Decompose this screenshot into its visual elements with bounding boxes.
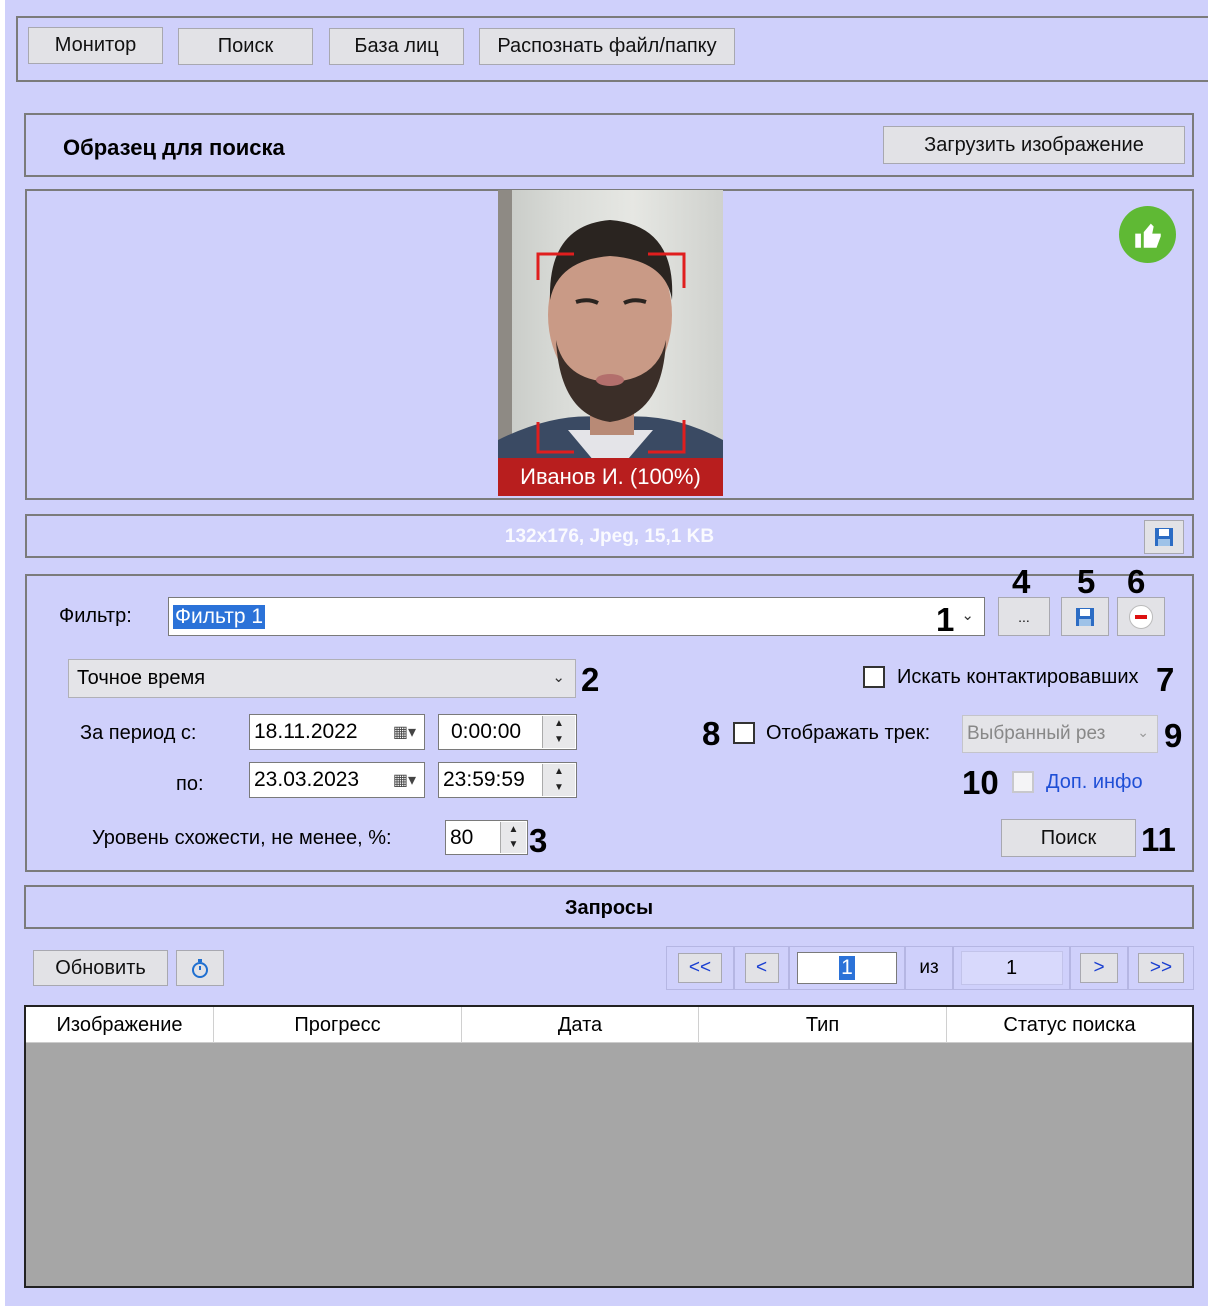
time-from-value: 0:00:00: [451, 720, 522, 743]
column-header-progress[interactable]: Прогресс: [214, 1007, 462, 1043]
table-header: Изображение Прогресс Дата Тип Статус пои…: [26, 1007, 1192, 1043]
next-page-label: >: [1080, 953, 1118, 983]
requests-table[interactable]: Изображение Прогресс Дата Тип Статус пои…: [24, 1005, 1194, 1288]
requests-title: Запросы: [564, 897, 654, 919]
column-header-image[interactable]: Изображение: [26, 1007, 214, 1043]
stepper-up-icon[interactable]: ▲: [543, 764, 575, 780]
first-page-label: <<: [678, 953, 722, 983]
current-page-input[interactable]: 1: [797, 952, 897, 984]
track-mode-select[interactable]: Выбранный рез ⌄: [962, 715, 1158, 753]
time-mode-value: Точное время: [77, 667, 206, 689]
save-icon: [1076, 607, 1094, 626]
time-to-value: 23:59:59: [443, 768, 525, 791]
stopwatch-icon: [192, 959, 208, 978]
date-from-picker[interactable]: 18.11.2022 ▦▾: [249, 714, 425, 750]
first-page-button[interactable]: <<: [666, 946, 734, 990]
filter-combobox[interactable]: Фильтр 1 ⌄: [168, 597, 985, 636]
column-header-search-status[interactable]: Статус поиска: [947, 1007, 1192, 1043]
face-caption: Иванов И. (100%): [498, 458, 723, 496]
show-track-checkbox[interactable]: [733, 722, 755, 744]
search-contacts-checkbox[interactable]: [863, 666, 885, 688]
thumbs-up-icon: [1119, 206, 1176, 263]
chevron-down-icon[interactable]: ⌄: [961, 606, 974, 624]
period-to-label: по:: [176, 773, 204, 795]
sample-title: Образец для поиска: [63, 135, 285, 160]
minus-circle-icon: [1129, 604, 1153, 629]
filter-more-button[interactable]: ...: [998, 597, 1050, 636]
search-contacts-label: Искать контактировавших: [897, 666, 1139, 688]
timer-button[interactable]: [176, 950, 224, 986]
callout-2: 2: [581, 661, 600, 698]
track-mode-value: Выбранный рез: [967, 723, 1106, 744]
time-from-stepper[interactable]: ▲ ▼: [542, 716, 575, 748]
filter-delete-button[interactable]: [1117, 597, 1165, 636]
callout-3: 3: [529, 822, 548, 859]
save-icon: [1155, 528, 1173, 546]
date-to-picker[interactable]: 23.03.2023 ▦▾: [249, 762, 425, 798]
callout-1: 1: [936, 601, 955, 638]
stepper-up-icon[interactable]: ▲: [543, 716, 575, 732]
chevron-down-icon[interactable]: ⌄: [552, 668, 565, 686]
page-input-wrap: 1: [789, 946, 905, 990]
extra-info-checkbox[interactable]: [1012, 771, 1034, 793]
callout-10: 10: [962, 764, 999, 801]
pagination: << < 1 из 1 > >>: [666, 946, 1194, 990]
period-from-label: За период с:: [80, 722, 197, 744]
time-mode-select[interactable]: Точное время ⌄: [68, 659, 576, 698]
stepper-up-icon[interactable]: ▲: [501, 822, 526, 838]
show-track-label: Отображать трек:: [766, 722, 931, 744]
filter-value: Фильтр 1: [173, 604, 266, 629]
stepper-down-icon[interactable]: ▼: [543, 732, 575, 748]
tab-recognize-file[interactable]: Распознать файл/папку: [479, 28, 735, 65]
of-label: из: [919, 957, 939, 978]
callout-5: 5: [1077, 563, 1096, 600]
last-page-label: >>: [1138, 953, 1184, 983]
face-detection-frame: [536, 252, 686, 454]
filter-save-button[interactable]: [1061, 597, 1109, 636]
column-header-type[interactable]: Тип: [699, 1007, 947, 1043]
upload-image-button[interactable]: Загрузить изображение: [883, 126, 1185, 164]
tab-search[interactable]: Поиск: [178, 28, 313, 65]
similarity-stepper[interactable]: ▲ ▼: [500, 822, 526, 853]
total-pages: 1: [960, 951, 1063, 985]
calendar-icon[interactable]: ▦▾: [393, 722, 416, 742]
time-to-stepper[interactable]: ▲ ▼: [542, 764, 575, 796]
callout-9: 9: [1164, 717, 1183, 754]
last-page-button[interactable]: >>: [1128, 946, 1194, 990]
stepper-down-icon[interactable]: ▼: [501, 838, 526, 854]
prev-page-label: <: [744, 953, 779, 983]
similarity-label: Уровень схожести, не менее, %:: [92, 827, 392, 849]
extra-info-link[interactable]: Доп. инфо: [1046, 771, 1143, 794]
callout-6: 6: [1127, 563, 1146, 600]
total-pages-cell: 1: [953, 946, 1070, 990]
calendar-icon[interactable]: ▦▾: [393, 770, 416, 790]
date-from-value: 18.11.2022: [254, 720, 358, 743]
next-page-button[interactable]: >: [1070, 946, 1128, 990]
save-image-button[interactable]: [1144, 520, 1184, 554]
tab-monitor[interactable]: Монитор: [28, 27, 163, 64]
search-button[interactable]: Поиск: [1001, 819, 1136, 857]
image-info: 132x176, Jpeg, 15,1 KB: [504, 526, 715, 547]
current-page-value: 1: [839, 956, 855, 980]
prev-page-button[interactable]: <: [734, 946, 789, 990]
callout-7: 7: [1156, 661, 1175, 698]
chevron-down-icon[interactable]: ⌄: [1137, 724, 1149, 741]
stepper-down-icon[interactable]: ▼: [543, 780, 575, 796]
refresh-button[interactable]: Обновить: [33, 950, 168, 986]
callout-8: 8: [702, 715, 721, 752]
tab-face-base[interactable]: База лиц: [329, 28, 464, 65]
of-label-cell: из: [905, 946, 953, 990]
column-header-date[interactable]: Дата: [462, 1007, 699, 1043]
filter-label: Фильтр:: [59, 605, 132, 627]
face-photo: Иванов И. (100%): [498, 190, 723, 496]
similarity-value: 80: [450, 825, 474, 849]
callout-11: 11: [1141, 821, 1176, 858]
date-to-value: 23.03.2023: [254, 768, 360, 791]
callout-4: 4: [1012, 563, 1031, 600]
